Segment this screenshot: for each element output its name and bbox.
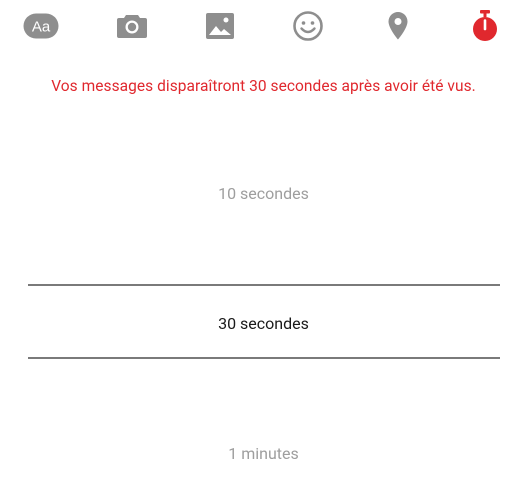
composer-toolbar: Aa <box>0 0 527 52</box>
camera-icon <box>117 15 147 38</box>
camera-button[interactable] <box>114 8 150 44</box>
timer-icon <box>473 10 497 41</box>
timer-button[interactable] <box>467 8 503 44</box>
text-format-button[interactable]: Aa <box>23 8 59 44</box>
picker-selection-top-line <box>28 284 500 286</box>
disappearing-messages-notice: Vos messages disparaîtront 30 secondes a… <box>51 77 476 95</box>
image-button[interactable] <box>202 8 238 44</box>
emoji-icon <box>293 11 323 41</box>
timer-option-30-seconds-selected[interactable]: 30 secondes <box>0 314 527 333</box>
picker-selection-bottom-line <box>28 357 500 359</box>
svg-text:Aa: Aa <box>32 19 51 36</box>
image-icon <box>206 13 234 39</box>
text-format-icon: Aa <box>23 13 59 39</box>
timer-option-10-seconds[interactable]: 10 secondes <box>0 184 527 203</box>
location-button[interactable] <box>380 8 416 44</box>
emoji-button[interactable] <box>290 8 326 44</box>
location-icon <box>388 12 408 40</box>
timer-option-1-minute[interactable]: 1 minutes <box>0 444 527 463</box>
